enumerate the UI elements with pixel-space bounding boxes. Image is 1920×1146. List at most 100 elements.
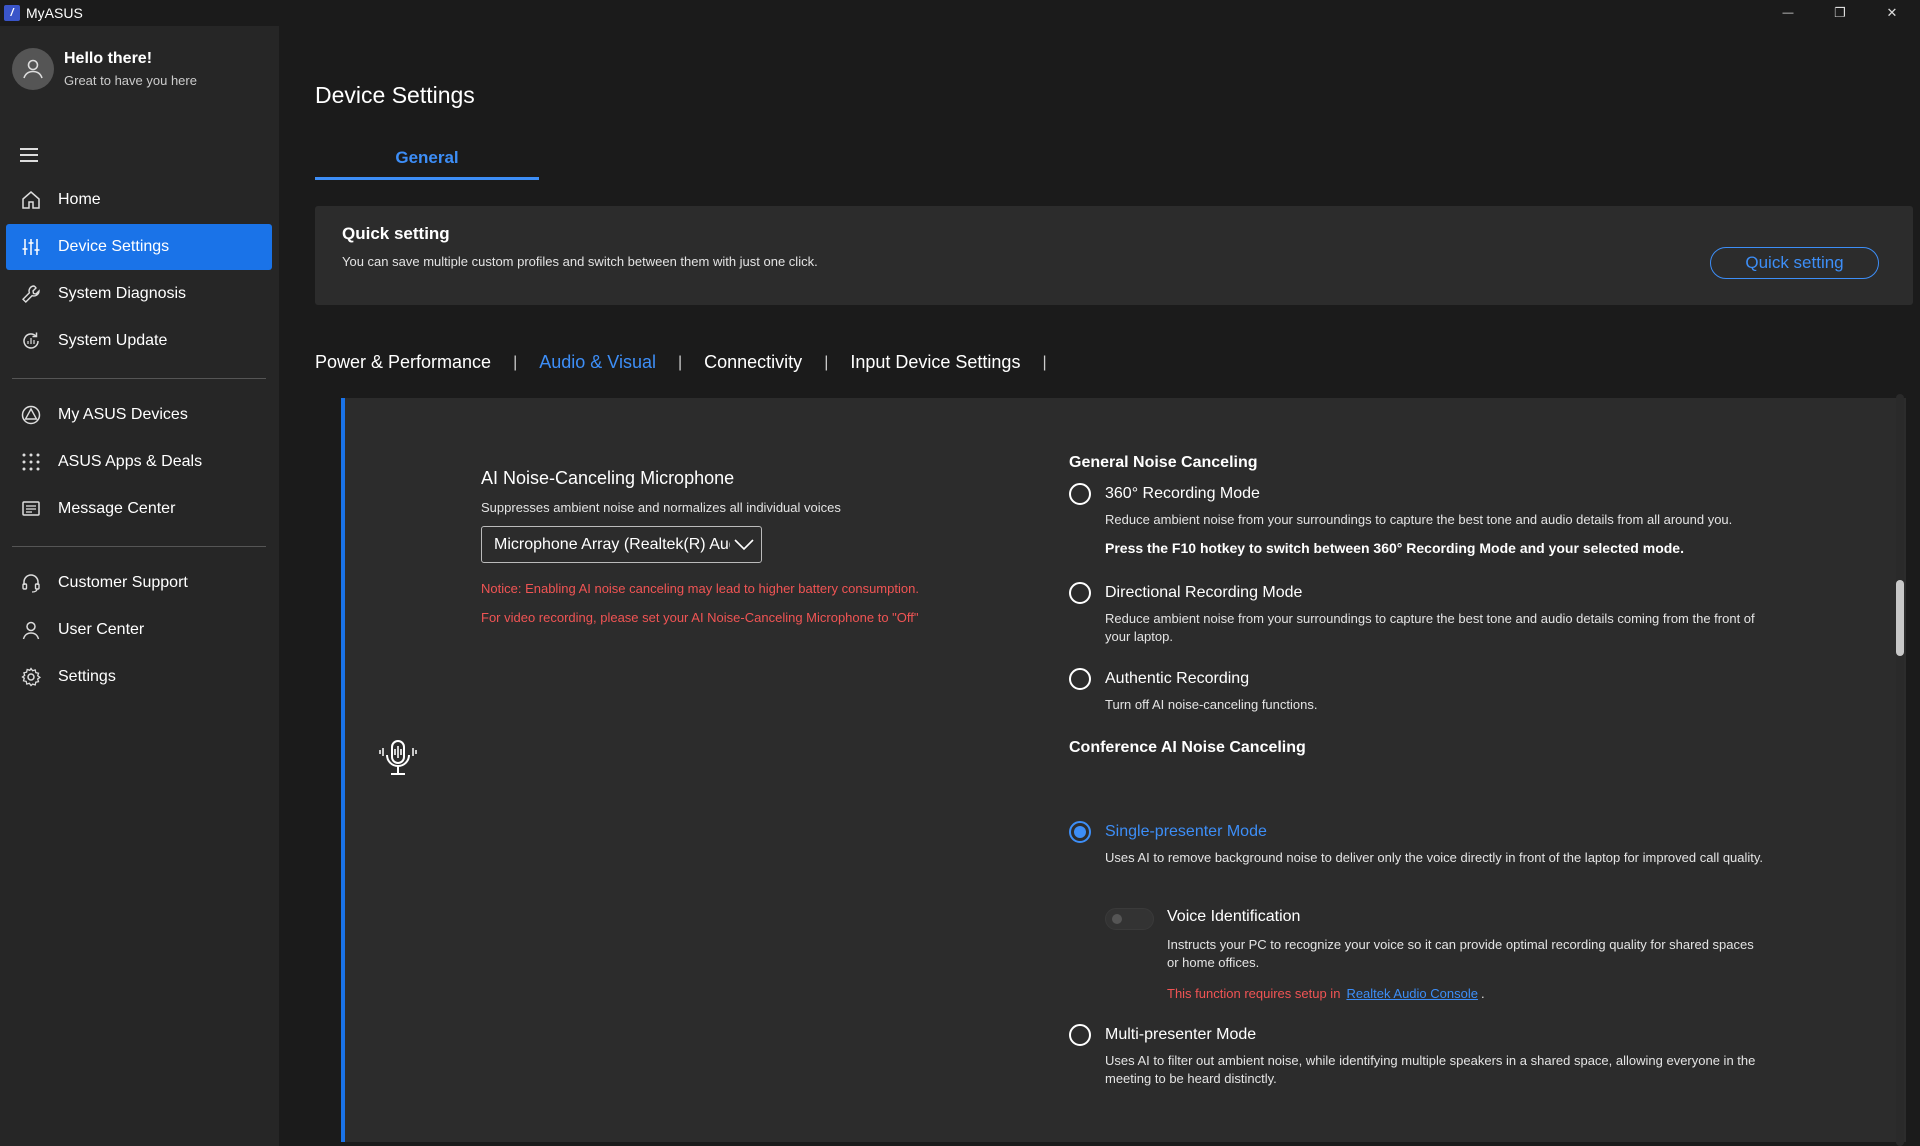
sidebar-item-label: Home — [58, 191, 101, 208]
option-desc-360-recording: Reduce ambient noise from your surroundi… — [1105, 512, 1733, 527]
option-label-single-presenter[interactable]: Single-presenter Mode — [1105, 823, 1267, 841]
voice-identification-description: Instructs your PC to recognize your voic… — [1167, 937, 1754, 970]
sidebar-item-settings[interactable]: Settings — [6, 654, 272, 700]
quick-setting-description: You can save multiple custom profiles an… — [342, 254, 818, 269]
sidebar-item-my-asus-devices[interactable]: My ASUS Devices — [6, 392, 272, 438]
f10-hotkey-hint: Press the F10 hotkey to switch between 3… — [1105, 540, 1684, 556]
microphone-device-dropdown[interactable]: Microphone Array (Realtek(R) Audio) — [481, 526, 762, 563]
scrollbar[interactable] — [1896, 394, 1904, 1146]
microphone-icon — [379, 740, 417, 775]
ai-noise-canceling-panel: AI Noise-Canceling Microphone Suppresses… — [341, 398, 1906, 1142]
minimize-button[interactable]: — — [1762, 0, 1814, 26]
sidebar-item-asus-apps-deals[interactable]: ASUS Apps & Deals — [6, 439, 272, 485]
dropdown-selected-value: Microphone Array (Realtek(R) Audio) — [494, 535, 730, 553]
option-desc-single-presenter: Uses AI to remove background noise to de… — [1105, 850, 1764, 865]
option-desc-authentic-recording: Turn off AI noise-canceling functions. — [1105, 697, 1318, 712]
option-label-directional-recording[interactable]: Directional Recording Mode — [1105, 584, 1302, 602]
tab-separator: | — [824, 353, 829, 371]
tab-separator: | — [677, 353, 683, 371]
realtek-audio-console-link[interactable]: Realtek Audio Console — [1346, 986, 1478, 1001]
user-icon — [20, 619, 42, 641]
sidebar: Hello there! Great to have you here Home… — [0, 26, 279, 1146]
sidebar-divider — [12, 378, 266, 379]
option-label-multi-presenter[interactable]: Multi-presenter Mode — [1105, 1026, 1256, 1044]
radio-multi-presenter[interactable] — [1069, 1024, 1091, 1046]
gear-icon — [20, 666, 42, 688]
app-title: MyASUS — [26, 5, 83, 21]
radio-authentic-recording[interactable] — [1069, 668, 1091, 690]
sidebar-item-device-settings[interactable]: Device Settings — [6, 224, 272, 270]
person-icon — [23, 59, 43, 79]
quick-setting-card: Quick setting You can save multiple cust… — [315, 206, 1913, 305]
tab-separator: | — [1042, 353, 1047, 371]
quick-setting-button[interactable]: Quick setting — [1710, 247, 1879, 279]
main-content: Device Settings General Quick setting Yo… — [279, 26, 1920, 1146]
sidebar-item-system-diagnosis[interactable]: System Diagnosis — [6, 271, 272, 317]
user-greeting: Hello there! — [64, 50, 153, 67]
devices-icon — [20, 404, 42, 426]
mic-section-title: AI Noise-Canceling Microphone — [481, 468, 735, 488]
myasus-logo-icon: / — [4, 5, 20, 21]
tab-general[interactable]: General — [315, 148, 539, 180]
quick-setting-title: Quick setting — [342, 224, 450, 243]
restore-icon: ❐ — [1834, 5, 1846, 20]
option-label-authentic-recording[interactable]: Authentic Recording — [1105, 670, 1249, 688]
chevron-down-icon — [734, 539, 754, 551]
sidebar-item-label: Device Settings — [58, 238, 170, 255]
voice-identification-toggle[interactable] — [1105, 908, 1154, 930]
radio-single-presenter[interactable] — [1069, 821, 1091, 843]
home-icon — [20, 189, 42, 211]
tab-audio-visual[interactable]: Audio & Visual — [539, 352, 656, 373]
avatar — [12, 48, 54, 90]
headset-icon — [20, 572, 42, 594]
requirement-text: This function requires setup in — [1167, 986, 1341, 1001]
voice-identification-requirement: This function requires setup in Realtek A… — [1167, 986, 1485, 1001]
close-button[interactable]: ✕ — [1866, 0, 1918, 26]
user-profile[interactable]: Hello there! Great to have you here — [12, 48, 197, 90]
sidebar-divider — [12, 546, 266, 547]
minimize-icon: — — [1782, 7, 1794, 19]
tab-separator: | — [513, 353, 518, 371]
sidebar-item-system-update[interactable]: System Update — [6, 318, 272, 364]
sidebar-item-label: ASUS Apps & Deals — [58, 453, 203, 470]
sidebar-item-label: Customer Support — [58, 574, 188, 591]
myasus-window: / MyASUS — ❐ ✕ Hello there! Great to hav… — [0, 0, 1920, 1146]
title-bar: / MyASUS — ❐ ✕ — [0, 0, 1920, 26]
logo-glyph: / — [10, 7, 14, 19]
category-tabs: Power & Performance | Audio & Visual | C… — [315, 352, 1069, 373]
option-desc-directional-recording: Reduce ambient noise from your surroundi… — [1105, 611, 1755, 644]
sidebar-item-home[interactable]: Home — [6, 177, 272, 223]
radio-360-recording[interactable] — [1069, 483, 1091, 505]
tab-connectivity[interactable]: Connectivity — [704, 352, 802, 373]
tab-power-performance[interactable]: Power & Performance — [315, 352, 491, 373]
option-desc-multi-presenter: Uses AI to filter out ambient noise, whi… — [1105, 1053, 1756, 1086]
update-icon — [20, 330, 42, 352]
close-icon: ✕ — [1886, 5, 1898, 20]
menu-toggle-icon[interactable] — [20, 144, 42, 166]
sidebar-item-user-center[interactable]: User Center — [6, 607, 272, 653]
message-icon — [20, 498, 42, 520]
sidebar-item-label: My ASUS Devices — [58, 406, 188, 423]
scrollbar-thumb[interactable] — [1896, 580, 1904, 656]
sidebar-item-label: Settings — [58, 668, 116, 685]
sidebar-item-message-center[interactable]: Message Center — [6, 486, 272, 532]
restore-button[interactable]: ❐ — [1814, 0, 1866, 26]
voice-identification-label: Voice Identification — [1167, 908, 1301, 925]
video-recording-notice: For video recording, please set your AI … — [481, 610, 919, 625]
sidebar-item-label: Message Center — [58, 500, 176, 517]
requirement-period: . — [1480, 986, 1485, 1001]
sliders-icon — [20, 236, 42, 258]
wrench-icon — [20, 283, 42, 305]
sidebar-item-label: User Center — [58, 621, 145, 638]
battery-notice: Notice: Enabling AI noise canceling may … — [481, 581, 919, 596]
sidebar-item-customer-support[interactable]: Customer Support — [6, 560, 272, 606]
sidebar-item-label: System Diagnosis — [58, 285, 187, 302]
radio-directional-recording[interactable] — [1069, 582, 1091, 604]
conference-noise-canceling-heading: Conference AI Noise Canceling — [1069, 739, 1306, 756]
general-noise-canceling-heading: General Noise Canceling — [1069, 454, 1258, 471]
mic-section-description: Suppresses ambient noise and normalizes … — [481, 500, 841, 515]
sidebar-item-label: System Update — [58, 332, 168, 349]
tab-input-device-settings[interactable]: Input Device Settings — [850, 352, 1020, 373]
option-label-360-recording[interactable]: 360° Recording Mode — [1105, 485, 1260, 503]
page-title: Device Settings — [315, 82, 475, 108]
